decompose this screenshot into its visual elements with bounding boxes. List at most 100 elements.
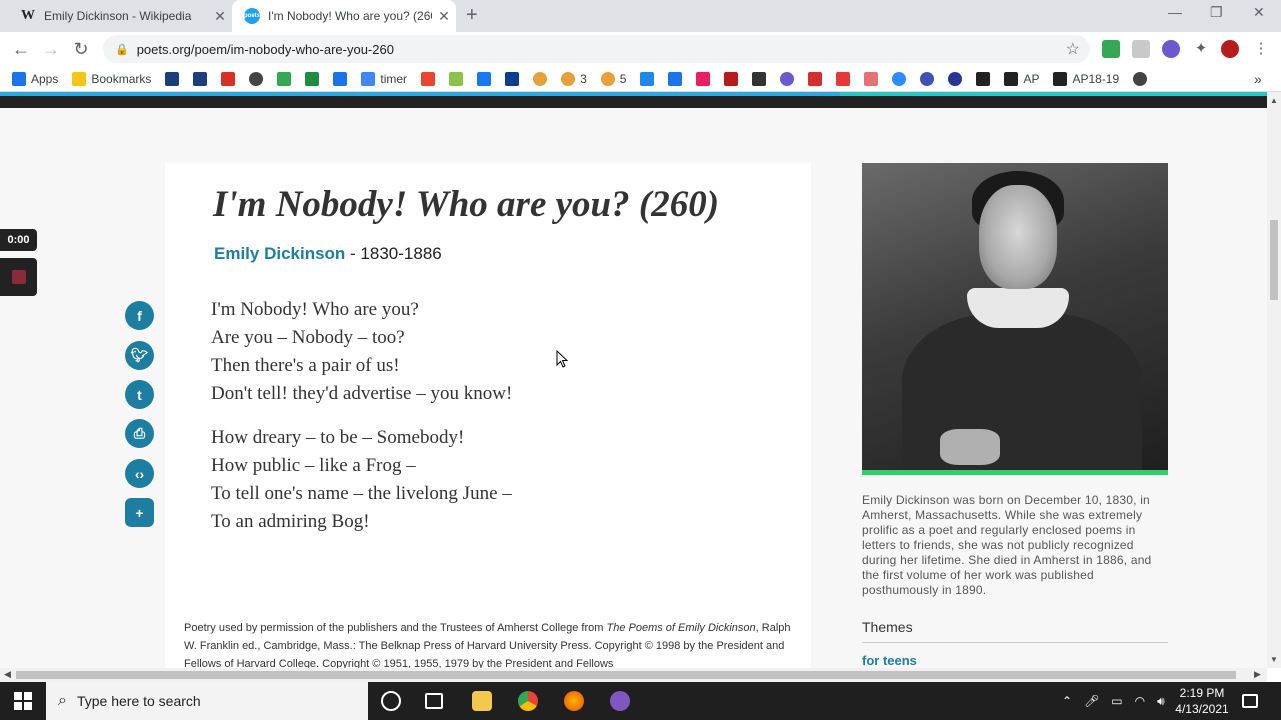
bookmark-item[interactable]: AP bbox=[1004, 71, 1039, 86]
sis-icon bbox=[165, 71, 180, 86]
bookmark-item[interactable] bbox=[892, 71, 907, 86]
close-tab-icon[interactable]: ✕ bbox=[432, 8, 456, 25]
scroll-down-icon[interactable]: ▼ bbox=[1270, 655, 1278, 664]
bookmark-star-icon[interactable]: ☆ bbox=[1066, 39, 1080, 59]
bookmark-item[interactable] bbox=[305, 71, 320, 86]
facebook-share-button[interactable]: f bbox=[125, 301, 154, 330]
address-bar[interactable]: 🔒 poets.org/poem/im-nobody-who-are-you-2… bbox=[103, 35, 1090, 63]
scroll-right-icon[interactable]: ▶ bbox=[1254, 669, 1261, 680]
twitter-share-button[interactable]: 🐦︎ bbox=[125, 341, 154, 370]
scroll-up-icon[interactable]: ▲ bbox=[1270, 96, 1278, 105]
vertical-scrollbar[interactable]: ▲ ▼ bbox=[1267, 92, 1281, 668]
bookmark-item[interactable] bbox=[333, 71, 348, 86]
crop-icon bbox=[836, 71, 851, 86]
bookmark-item[interactable]: Bookmarks bbox=[72, 71, 151, 86]
bookmark-item[interactable] bbox=[920, 71, 935, 86]
book-icon bbox=[864, 71, 879, 86]
bookmark-item[interactable] bbox=[533, 71, 548, 86]
bookmark-item[interactable] bbox=[249, 71, 264, 86]
save-poem-button[interactable]: + bbox=[125, 498, 154, 527]
bookmark-item[interactable] bbox=[1133, 71, 1148, 86]
bookmark-item[interactable] bbox=[221, 71, 236, 86]
classroom-icon bbox=[305, 71, 320, 86]
bookmark-item[interactable] bbox=[277, 71, 292, 86]
reload-icon[interactable]: ↻ bbox=[66, 39, 96, 60]
bookmark-item[interactable] bbox=[696, 71, 711, 86]
bookmark-item[interactable] bbox=[948, 71, 963, 86]
bookmark-item[interactable] bbox=[780, 71, 795, 86]
bookmark-item[interactable] bbox=[193, 71, 208, 86]
menu-icon[interactable]: ⋮ bbox=[1252, 40, 1270, 58]
tab-wikipedia[interactable]: W Emily Dickinson - Wikipedia ✕ bbox=[8, 0, 232, 32]
notifications-icon[interactable] bbox=[1242, 694, 1258, 708]
lock-icon: 🔒 bbox=[115, 43, 129, 56]
bookmark-item[interactable]: AP18-19 bbox=[1053, 71, 1119, 86]
print-button[interactable]: ⎙ bbox=[125, 419, 154, 448]
embed-button[interactable]: ‹› bbox=[125, 459, 154, 488]
bookmark-item[interactable] bbox=[976, 71, 991, 86]
minimize-icon[interactable]: — bbox=[1168, 4, 1182, 20]
more-bookmarks-icon[interactable]: » bbox=[1254, 71, 1262, 87]
bookmark-item[interactable] bbox=[477, 71, 492, 86]
bookmark-item[interactable] bbox=[808, 71, 823, 86]
globe-icon bbox=[249, 71, 264, 86]
bookmark-item[interactable] bbox=[864, 71, 879, 86]
file-explorer-icon[interactable] bbox=[472, 691, 492, 711]
start-button[interactable] bbox=[0, 682, 46, 720]
back-icon[interactable]: ← bbox=[6, 39, 36, 60]
cortana-icon[interactable] bbox=[381, 691, 401, 711]
horizontal-scrollbar[interactable]: ◀ ▶ bbox=[0, 668, 1267, 682]
stop-record-button[interactable] bbox=[0, 258, 37, 296]
tab-poets[interactable]: poets I'm Nobody! Who are you? (260) ✕ bbox=[232, 0, 456, 32]
extension-icon[interactable] bbox=[1102, 40, 1120, 58]
bookmark-item[interactable] bbox=[449, 71, 464, 86]
bookmark-item[interactable] bbox=[724, 71, 739, 86]
forward-icon[interactable]: → bbox=[36, 39, 66, 60]
task-view-icon[interactable] bbox=[425, 693, 443, 709]
bookmark-item[interactable] bbox=[640, 71, 655, 86]
microphone-icon[interactable]: 🎤︎ bbox=[1084, 694, 1099, 708]
bookmark-item[interactable] bbox=[165, 71, 180, 86]
scroll-thumb[interactable] bbox=[16, 671, 1236, 679]
chrome-icon[interactable] bbox=[518, 691, 538, 711]
google-icon bbox=[361, 71, 376, 86]
wifi-icon[interactable]: ◠ bbox=[1135, 694, 1145, 708]
scroll-thumb[interactable] bbox=[1270, 220, 1278, 300]
poem-line: To tell one's name – the livelong June – bbox=[211, 483, 512, 504]
chevron-up-icon[interactable]: ⌃ bbox=[1062, 694, 1072, 708]
bookmark-item[interactable]: timer bbox=[361, 71, 407, 86]
bookmark-item[interactable] bbox=[836, 71, 851, 86]
author-link[interactable]: Emily Dickinson bbox=[214, 244, 345, 263]
extension-icon[interactable] bbox=[1132, 40, 1150, 58]
theme-link[interactable]: for teens bbox=[862, 653, 917, 668]
battery-icon[interactable]: ▭ bbox=[1111, 694, 1122, 708]
tumblr-share-button[interactable]: t bbox=[125, 380, 154, 409]
url-text: poets.org/poem/im-nobody-who-are-you-260 bbox=[136, 41, 394, 57]
bookmark-item[interactable] bbox=[505, 71, 520, 86]
bookmark-item[interactable]: Apps bbox=[12, 71, 58, 86]
bookmark-item[interactable] bbox=[668, 71, 683, 86]
scroll-left-icon[interactable]: ◀ bbox=[4, 669, 11, 680]
bookmark-item[interactable] bbox=[421, 71, 436, 86]
zoom-icon bbox=[892, 71, 907, 86]
bookmark-item[interactable] bbox=[752, 71, 767, 86]
new-tab-button[interactable]: + bbox=[466, 4, 478, 27]
bookmark-item[interactable]: 5 bbox=[600, 71, 626, 86]
taskbar-clock[interactable]: 2:19 PM 4/13/2021 bbox=[1172, 685, 1232, 717]
close-tab-icon[interactable]: ✕ bbox=[208, 8, 232, 25]
avatar[interactable] bbox=[1221, 40, 1239, 58]
c-icon bbox=[920, 71, 935, 86]
volume-icon[interactable]: 🔊︎ bbox=[1157, 694, 1165, 709]
bookmark-item[interactable]: 3 bbox=[561, 71, 587, 86]
pdf-icon bbox=[808, 71, 823, 86]
close-window-icon[interactable]: ✕ bbox=[1253, 4, 1265, 21]
search-placeholder: Type here to search bbox=[76, 693, 201, 709]
taskbar-search[interactable]: ⌕ Type here to search bbox=[46, 682, 368, 720]
extension-icon[interactable] bbox=[1162, 40, 1180, 58]
stanza: I'm Nobody! Who are you? Are you – Nobod… bbox=[211, 296, 512, 408]
poem-line: Are you – Nobody – too? bbox=[211, 327, 405, 348]
puzzle-icon[interactable]: ✦ bbox=[1192, 40, 1210, 58]
maximize-icon[interactable]: ❐ bbox=[1210, 4, 1223, 21]
firefox-icon[interactable] bbox=[564, 691, 584, 711]
app-icon[interactable] bbox=[610, 691, 630, 711]
